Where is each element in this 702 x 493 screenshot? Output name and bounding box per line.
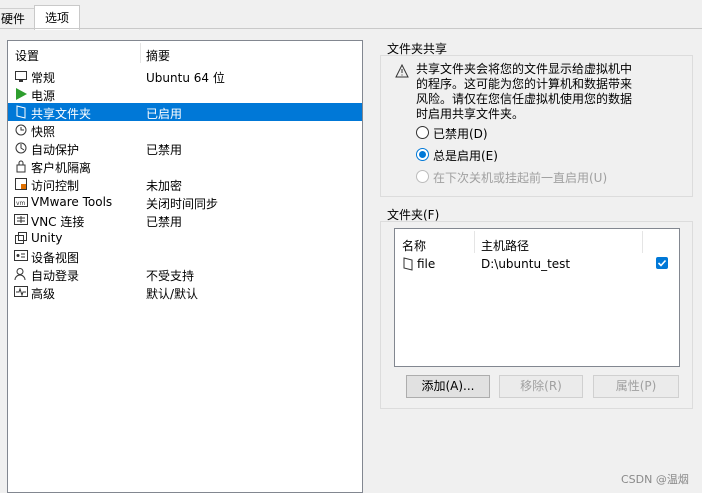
list-item-name: 共享文件夹 <box>31 107 92 121</box>
radio-label[interactable]: 总是启用(E) <box>433 147 498 164</box>
list-item-summary: 已禁用 <box>146 215 183 229</box>
svg-text:vm: vm <box>16 200 26 207</box>
radio-circle-disabled <box>416 170 429 183</box>
radio-until-poweroff: 在下次关机或挂起前一直启用(U) <box>416 168 656 186</box>
shared-folder-icon <box>401 257 415 274</box>
description-line: 时启用共享文件夹。 <box>416 107 525 121</box>
list-item-shared-folders[interactable]: 共享文件夹 已启用 <box>8 103 362 121</box>
folder-name-cell: file <box>417 257 436 271</box>
tab-hardware[interactable]: 硬件 <box>0 8 36 29</box>
radio-label[interactable]: 已禁用(D) <box>433 125 488 142</box>
tab-strip: 硬件 选项 <box>0 0 702 30</box>
radio-always-enabled[interactable]: 总是启用(E) <box>416 146 656 164</box>
unity-icon <box>14 231 28 245</box>
folder-enabled-checkbox[interactable] <box>656 257 668 269</box>
snapshot-icon <box>14 123 28 137</box>
tab-divider <box>0 28 702 29</box>
list-item-unity[interactable]: Unity <box>8 229 362 247</box>
list-item-autologin[interactable]: 自动登录 不受支持 <box>8 265 362 283</box>
watermark: CSDN @温烟 <box>621 473 689 486</box>
list-item-name: 电源 <box>31 89 56 103</box>
description-line: 的程序。这可能为您的计算机和数据带来 <box>416 77 633 91</box>
remove-button: 移除(R) <box>499 375 583 398</box>
power-play-icon <box>14 87 28 101</box>
list-item-name: 常规 <box>31 71 56 85</box>
description-line: 风险。请仅在您信任虚拟机使用您的数据 <box>416 92 633 106</box>
isolation-lock-icon <box>14 159 28 173</box>
list-item-summary: Ubuntu 64 位 <box>146 71 225 85</box>
list-item-name: Unity <box>31 231 63 245</box>
list-item-summary: 默认/默认 <box>146 287 199 301</box>
shared-folder-icon <box>14 105 28 119</box>
folder-path-cell: D:\ubuntu_test <box>481 257 571 271</box>
list-item-isolation[interactable]: 客户机隔离 <box>8 157 362 175</box>
list-item-summary: 已禁用 <box>146 143 183 157</box>
list-item-autoprotect[interactable]: 自动保护 已禁用 <box>8 139 362 157</box>
list-header: 设置 摘要 <box>8 41 362 65</box>
list-item-snapshot[interactable]: 快照 <box>8 121 362 139</box>
radio-circle[interactable] <box>416 126 429 139</box>
radio-circle-selected[interactable] <box>416 148 429 161</box>
folders-table[interactable]: 名称 主机路径 file D:\ubuntu_test <box>394 228 680 367</box>
header-setting[interactable]: 设置 <box>15 47 39 64</box>
device-view-icon <box>14 249 28 263</box>
table-row[interactable]: file D:\ubuntu_test <box>395 255 679 273</box>
list-item-name: 客户机隔离 <box>31 161 92 175</box>
column-separator[interactable] <box>642 231 643 253</box>
list-item-advanced[interactable]: 高级 默认/默认 <box>8 283 362 301</box>
list-item-power[interactable]: 电源 <box>8 85 362 103</box>
general-icon <box>14 69 28 83</box>
radio-disabled[interactable]: 已禁用(D) <box>416 124 656 142</box>
column-separator[interactable] <box>474 231 475 253</box>
properties-button: 属性(P) <box>593 375 679 398</box>
list-item-summary: 不受支持 <box>146 269 195 283</box>
list-item-name: 快照 <box>31 125 56 139</box>
tab-options[interactable]: 选项 <box>34 5 80 30</box>
warning-icon <box>395 63 409 78</box>
add-button[interactable]: 添加(A)... <box>406 375 490 398</box>
sharing-description: 共享文件夹会将您的文件显示给虚拟机中 的程序。这可能为您的计算机和数据带来 风险… <box>416 62 651 122</box>
list-item-name: VMware Tools <box>31 195 113 209</box>
list-item-vmware-tools[interactable]: vm VMware Tools 关闭时间同步 <box>8 193 362 211</box>
autologin-icon <box>14 267 28 281</box>
vnc-icon <box>14 213 28 227</box>
description-line: 共享文件夹会将您的文件显示给虚拟机中 <box>416 62 633 76</box>
list-item-name: 高级 <box>31 287 56 301</box>
list-item-access-control[interactable]: 访问控制 未加密 <box>8 175 362 193</box>
settings-list[interactable]: 设置 摘要 常规 Ubuntu 64 位 电源 共享文件夹 已启用 快照 自动保… <box>7 40 363 493</box>
header-folder-name[interactable]: 名称 <box>402 237 426 254</box>
list-item-name: 访问控制 <box>31 179 80 193</box>
list-item-device-view[interactable]: 设备视图 <box>8 247 362 265</box>
list-item-name: 设备视图 <box>31 251 80 265</box>
list-item-summary: 未加密 <box>146 179 183 193</box>
advanced-icon <box>14 285 28 299</box>
list-item-name: 自动登录 <box>31 269 80 283</box>
radio-label: 在下次关机或挂起前一直启用(U) <box>433 171 608 185</box>
list-item-summary: 已启用 <box>146 107 183 121</box>
header-summary[interactable]: 摘要 <box>146 47 170 64</box>
autoprotect-icon <box>14 141 28 155</box>
list-item-summary: 关闭时间同步 <box>146 197 219 211</box>
list-item-name: 自动保护 <box>31 143 80 157</box>
list-item-vnc[interactable]: VNC 连接 已禁用 <box>8 211 362 229</box>
list-item-general[interactable]: 常规 Ubuntu 64 位 <box>8 67 362 85</box>
list-item-name: VNC 连接 <box>31 215 85 229</box>
column-separator[interactable] <box>140 43 141 63</box>
header-host-path[interactable]: 主机路径 <box>481 237 529 254</box>
vmware-tools-icon: vm <box>14 195 28 209</box>
access-control-icon <box>14 177 28 191</box>
